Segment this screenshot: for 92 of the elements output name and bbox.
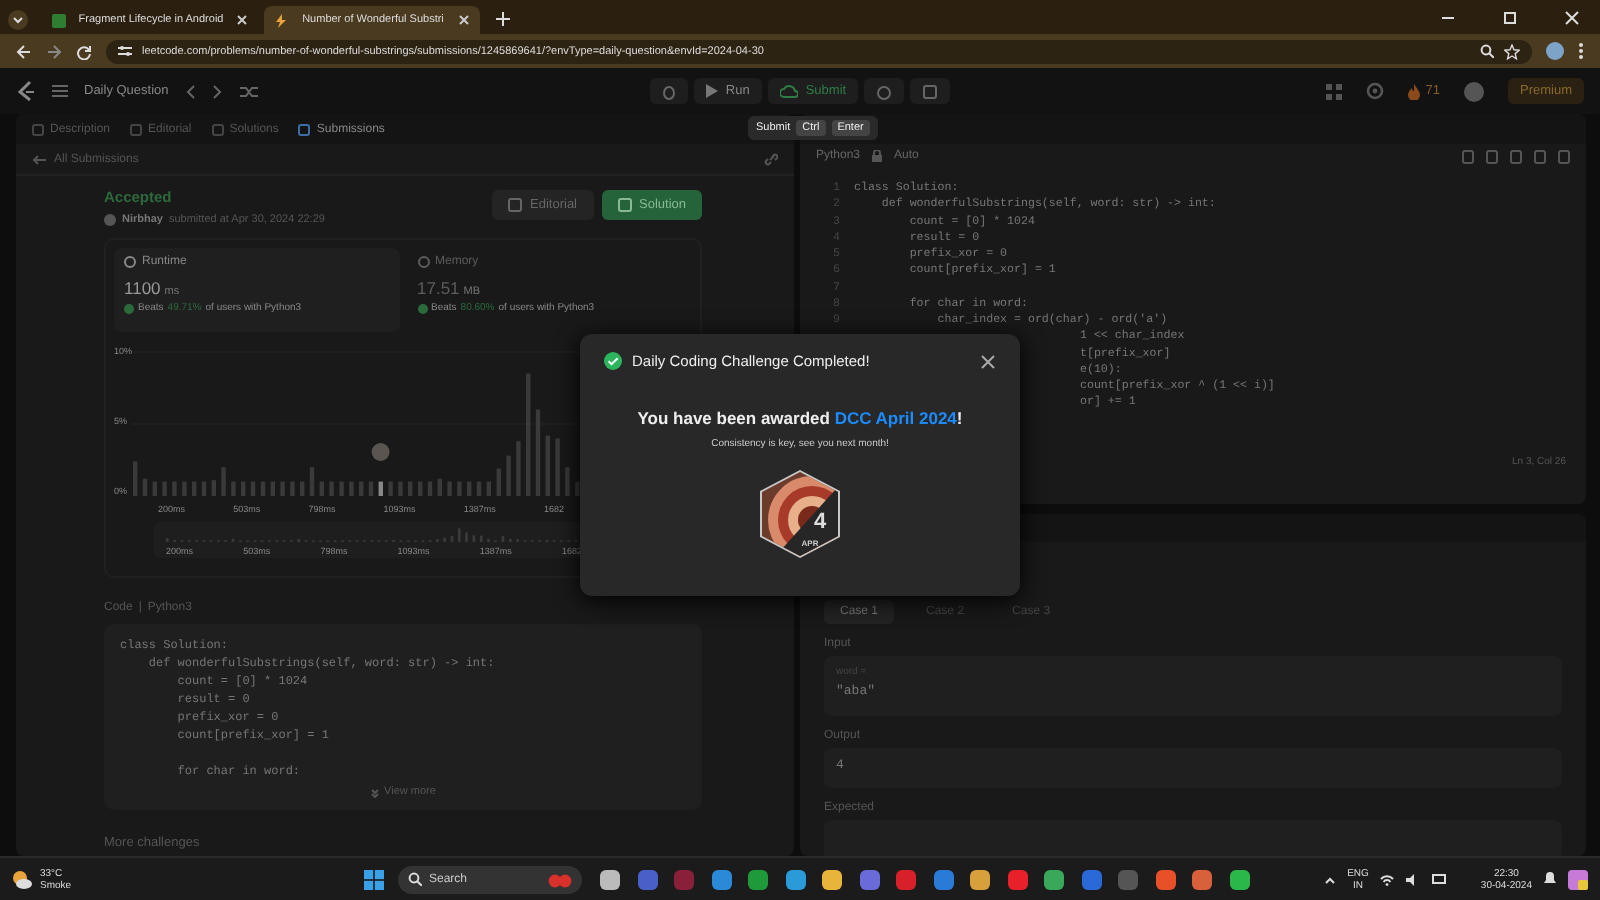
start-icon[interactable] xyxy=(364,869,384,889)
histogram-bar xyxy=(142,478,148,496)
profile-avatar-icon[interactable] xyxy=(1546,42,1564,60)
flame-icon xyxy=(1407,83,1420,99)
histogram-bar xyxy=(162,481,167,496)
histogram-bar xyxy=(339,481,344,496)
histogram-bar xyxy=(398,481,403,496)
histogram-bar xyxy=(290,481,295,496)
histogram-bar xyxy=(408,481,413,496)
histogram-bar xyxy=(496,468,502,496)
histogram-bar xyxy=(447,481,452,496)
histogram-bar xyxy=(201,481,207,496)
histogram-bar xyxy=(211,480,217,496)
check-circle-icon xyxy=(124,303,134,313)
search-icon xyxy=(407,872,421,886)
wifi-icon[interactable] xyxy=(1380,873,1395,885)
alarm-button[interactable] xyxy=(864,78,905,104)
histogram-bar xyxy=(192,481,197,496)
histogram-bar xyxy=(368,481,374,496)
settings-icon[interactable] xyxy=(1365,82,1384,100)
histogram-bar xyxy=(378,481,384,496)
histogram-bar xyxy=(221,467,226,496)
caret-up-icon[interactable] xyxy=(1323,875,1336,883)
histogram-bar xyxy=(241,481,246,496)
histogram-bar xyxy=(555,438,560,496)
histogram-bar xyxy=(231,481,236,496)
notes-button[interactable] xyxy=(910,78,951,104)
list-icon[interactable] xyxy=(52,84,68,98)
histogram-bar xyxy=(388,481,393,496)
histogram-bar xyxy=(172,481,177,496)
reload-icon[interactable] xyxy=(76,43,92,59)
close-icon[interactable] xyxy=(236,14,248,26)
histogram-bar xyxy=(319,481,325,496)
user-avatar-marker xyxy=(371,443,390,461)
close-icon[interactable] xyxy=(980,353,996,369)
shuffle-icon[interactable] xyxy=(240,83,259,99)
histogram-bar xyxy=(133,461,138,496)
histogram-bar xyxy=(427,481,433,496)
histogram-bar xyxy=(359,481,364,496)
user-avatar-icon[interactable] xyxy=(1463,81,1484,101)
histogram-bar xyxy=(516,441,521,496)
logo-icon[interactable] xyxy=(16,80,36,102)
bell-icon[interactable] xyxy=(1544,872,1556,886)
histogram-bar xyxy=(526,373,531,496)
stat-value: 1100 xyxy=(124,278,161,298)
histogram-bar xyxy=(437,478,443,496)
grid-icon[interactable] xyxy=(1325,83,1342,99)
check-circle-icon xyxy=(604,352,622,370)
close-icon[interactable] xyxy=(458,14,470,26)
user-avatar-icon xyxy=(104,214,116,226)
weather-icon xyxy=(12,869,32,889)
forward-arrow-icon[interactable] xyxy=(46,43,62,59)
histogram-bar xyxy=(545,435,551,496)
histogram-bar xyxy=(535,409,541,496)
histogram-bar xyxy=(476,481,482,496)
tab-list-icon[interactable] xyxy=(8,10,28,30)
histogram-bar xyxy=(349,481,354,496)
new-tab-icon[interactable] xyxy=(494,10,512,28)
stat-value: 17.51 xyxy=(417,278,460,298)
histogram-bar xyxy=(280,481,285,496)
badge-day: 4 xyxy=(813,510,827,534)
histogram-bar xyxy=(329,481,334,496)
histogram-bar xyxy=(309,467,315,496)
award-message: You have been awarded DCC April 2024! xyxy=(635,408,965,428)
cloud-upload-icon xyxy=(779,84,798,98)
histogram-bar xyxy=(457,481,462,496)
chevron-down-icon xyxy=(370,787,381,797)
tune-icon xyxy=(118,44,132,58)
histogram-bar xyxy=(250,481,256,496)
menu-icon[interactable] xyxy=(1578,42,1584,60)
debug-button[interactable] xyxy=(649,78,688,104)
histogram-bar xyxy=(260,481,266,496)
histogram-bar xyxy=(270,481,276,496)
widgets-icon[interactable] xyxy=(1568,869,1588,889)
zoom-icon[interactable] xyxy=(1480,44,1494,58)
lock-icon xyxy=(872,150,883,162)
leaf-favicon-icon xyxy=(52,13,66,27)
star-icon[interactable] xyxy=(1504,43,1520,59)
restore-icon[interactable] xyxy=(1502,10,1518,26)
histogram-bar xyxy=(152,481,158,496)
previous-icon[interactable] xyxy=(184,83,197,99)
next-icon[interactable] xyxy=(212,83,225,99)
histogram-bar xyxy=(486,481,492,496)
check-circle-icon xyxy=(417,303,427,313)
play-icon xyxy=(705,84,718,98)
bolt-favicon-icon xyxy=(274,13,288,27)
histogram-bar xyxy=(300,481,305,496)
histogram-bar xyxy=(467,481,472,496)
histogram-bar xyxy=(418,481,423,496)
histogram-bar xyxy=(506,455,511,496)
award-link[interactable]: DCC April 2024 xyxy=(834,408,957,428)
histogram-bar xyxy=(182,481,187,496)
